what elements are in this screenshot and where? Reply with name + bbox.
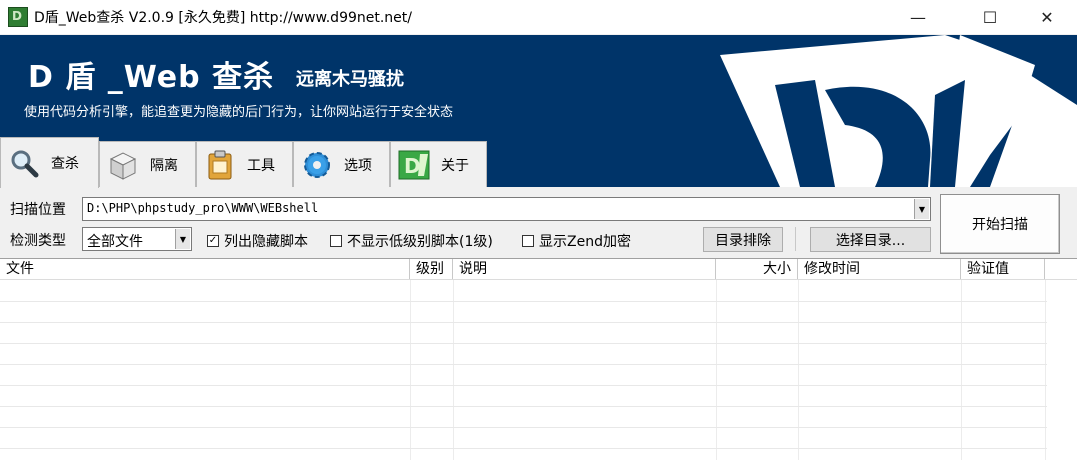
column-header-description[interactable]: 说明 bbox=[453, 259, 716, 279]
tab-scan[interactable]: 查杀 bbox=[0, 137, 99, 188]
tab-options[interactable]: 选项 bbox=[293, 141, 390, 187]
scan-path-combobox[interactable]: D:\PHP\phpstudy_pro\WWW\WEBshell ▼ bbox=[82, 197, 931, 221]
list-hidden-scripts-checkbox[interactable]: ✓ 列出隐藏脚本 bbox=[207, 231, 308, 251]
tab-about[interactable]: D 关于 bbox=[390, 141, 487, 187]
tab-quarantine[interactable]: 隔离 bbox=[99, 141, 196, 187]
detect-type-value: 全部文件 bbox=[87, 234, 143, 250]
column-header-level[interactable]: 级别 bbox=[410, 259, 453, 279]
row-line bbox=[0, 322, 1047, 323]
column-line bbox=[961, 280, 962, 460]
banner-subtitle: 远离木马骚扰 bbox=[296, 69, 404, 90]
column-header-modified[interactable]: 修改时间 bbox=[798, 259, 961, 279]
row-line bbox=[0, 343, 1047, 344]
tab-label: 隔离 bbox=[150, 157, 178, 174]
column-line bbox=[798, 280, 799, 460]
minimize-button[interactable]: — bbox=[895, 0, 941, 34]
scan-path-value: D:\PHP\phpstudy_pro\WWW\WEBshell bbox=[87, 201, 319, 215]
window-title: D盾_Web查杀 V2.0.9 [永久免费] http://www.d99net… bbox=[34, 10, 412, 26]
checkbox-label: 列出隐藏脚本 bbox=[224, 234, 308, 250]
divider bbox=[795, 227, 796, 251]
gear-icon bbox=[300, 148, 334, 182]
row-line bbox=[0, 301, 1047, 302]
hide-low-level-checkbox[interactable]: 不显示低级别脚本(1级) bbox=[330, 231, 493, 251]
chevron-down-icon[interactable]: ▼ bbox=[914, 199, 929, 219]
svg-text:D: D bbox=[404, 154, 421, 178]
box-icon bbox=[106, 148, 140, 182]
chevron-down-icon[interactable]: ▼ bbox=[175, 229, 190, 249]
tab-label: 工具 bbox=[247, 157, 275, 174]
close-button[interactable]: ✕ bbox=[1024, 0, 1070, 34]
tab-label: 关于 bbox=[441, 157, 469, 174]
choose-dir-button[interactable]: 选择目录... bbox=[810, 227, 931, 252]
column-header-file[interactable]: 文件 bbox=[0, 259, 410, 279]
tab-label: 查杀 bbox=[51, 156, 79, 172]
row-line bbox=[0, 427, 1047, 428]
row-line bbox=[0, 448, 1047, 449]
column-line bbox=[716, 280, 717, 460]
title-bar: D D盾_Web查杀 V2.0.9 [永久免费] http://www.d99n… bbox=[0, 0, 1077, 34]
row-line bbox=[0, 385, 1047, 386]
d-shield-logo-icon bbox=[720, 35, 1077, 187]
d-logo-icon: D bbox=[397, 148, 431, 182]
table-header: 文件 级别 说明 大小 修改时间 验证值 bbox=[0, 259, 1077, 280]
banner-title: D 盾 _Web 查杀 bbox=[28, 60, 275, 95]
banner-description: 使用代码分析引擎，能追查更为隐藏的后门行为，让你网站运行于安全状态 bbox=[24, 105, 454, 120]
column-line bbox=[410, 280, 411, 460]
tab-label: 选项 bbox=[344, 157, 372, 174]
results-table[interactable]: 文件 级别 说明 大小 修改时间 验证值 bbox=[0, 258, 1077, 460]
column-header-size[interactable]: 大小 bbox=[716, 259, 798, 279]
checkbox-box[interactable]: ✓ bbox=[207, 235, 219, 247]
tab-tools[interactable]: 工具 bbox=[196, 141, 293, 187]
show-zend-checkbox[interactable]: 显示Zend加密 bbox=[522, 231, 631, 251]
checkbox-label: 不显示低级别脚本(1级) bbox=[347, 234, 493, 250]
column-line bbox=[1045, 280, 1046, 460]
checkbox-box[interactable] bbox=[330, 235, 342, 247]
detect-type-select[interactable]: 全部文件 ▼ bbox=[82, 227, 192, 251]
column-line bbox=[453, 280, 454, 460]
scan-location-label: 扫描位置 bbox=[10, 202, 66, 218]
column-header-checksum[interactable]: 验证值 bbox=[961, 259, 1045, 279]
checkbox-box[interactable] bbox=[522, 235, 534, 247]
maximize-button[interactable]: ☐ bbox=[967, 0, 1013, 34]
row-line bbox=[0, 364, 1047, 365]
app-icon: D bbox=[8, 7, 28, 27]
row-line bbox=[0, 406, 1047, 407]
magnifier-icon bbox=[7, 146, 41, 180]
checkbox-label: 显示Zend加密 bbox=[539, 234, 631, 250]
exclude-dirs-button[interactable]: 目录排除 bbox=[703, 227, 783, 252]
clipboard-icon bbox=[203, 148, 237, 182]
start-scan-button[interactable]: 开始扫描 bbox=[940, 194, 1060, 254]
detect-type-label: 检测类型 bbox=[10, 233, 66, 249]
